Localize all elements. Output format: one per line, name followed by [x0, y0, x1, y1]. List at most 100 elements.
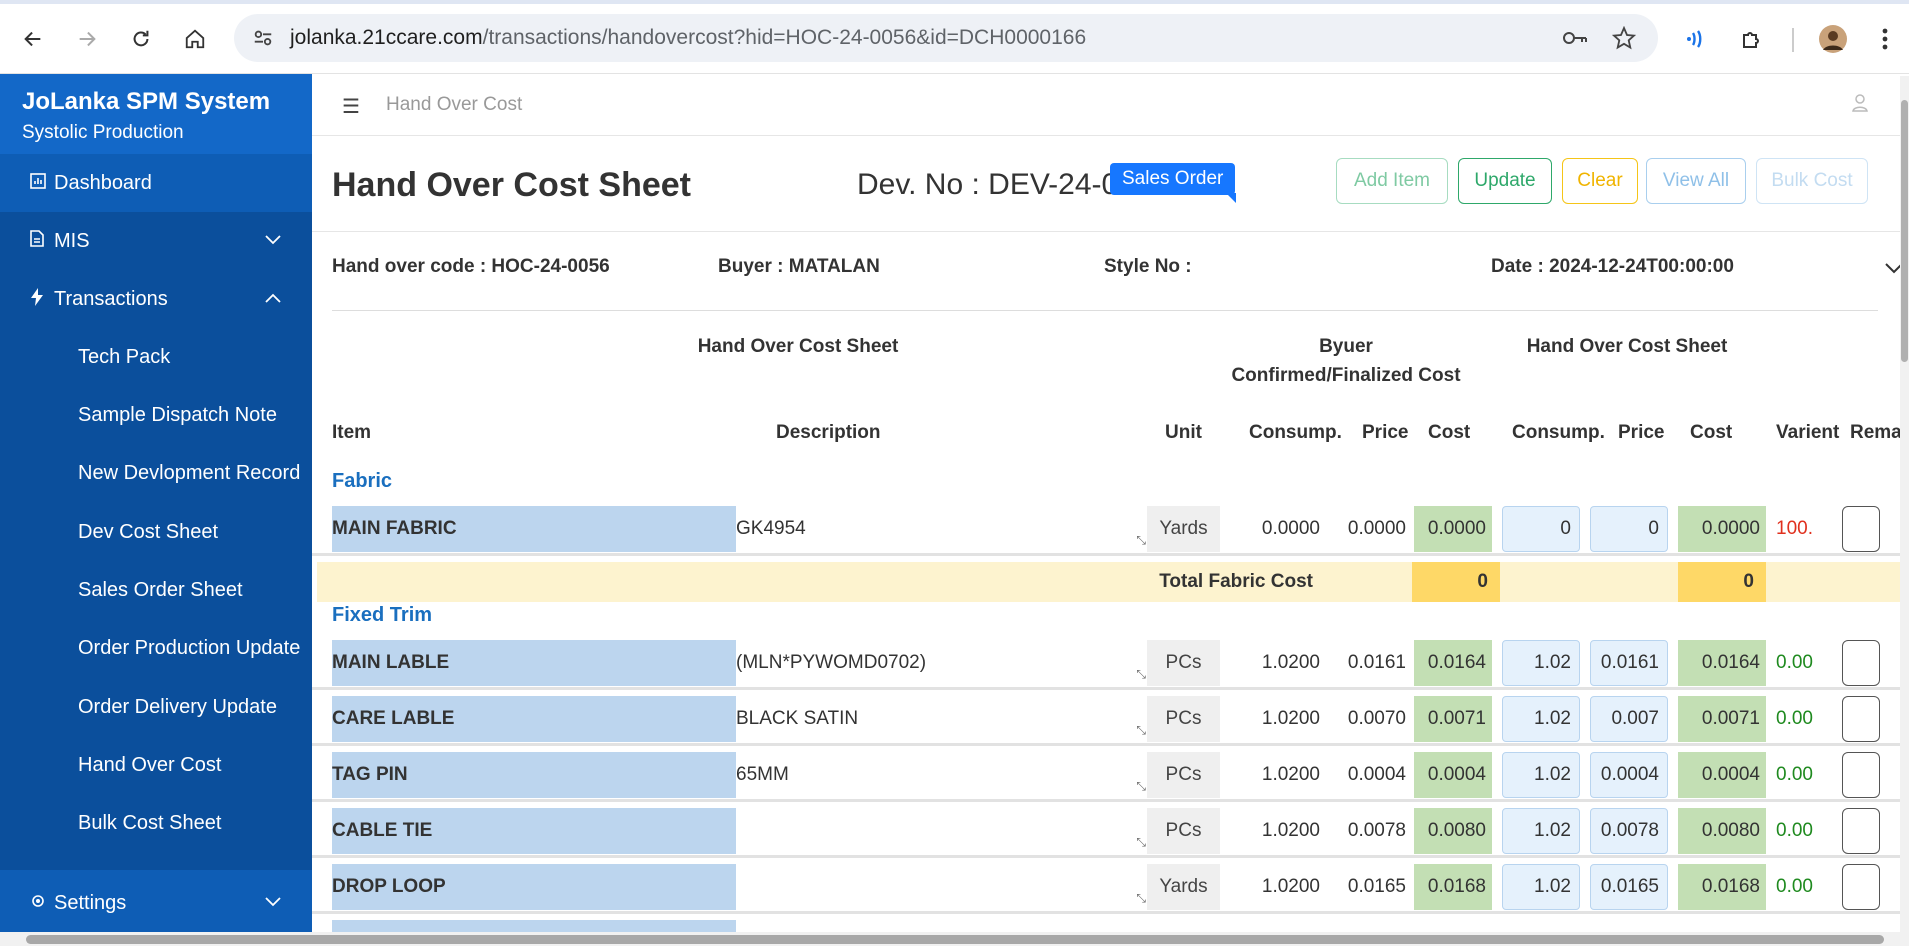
description-field[interactable]: ⤡ [736, 864, 1152, 910]
chart-icon [30, 172, 46, 194]
consump-input[interactable]: 1.02 [1502, 696, 1580, 742]
sidebar-subitem-order-delivery-update[interactable]: Order Delivery Update [0, 678, 312, 736]
add-item-button[interactable]: Add Item [1336, 158, 1448, 204]
description-text: GK4954 [736, 518, 806, 539]
breadcrumb: Hand Over Cost [386, 94, 523, 115]
sidebar-item-settings[interactable]: Settings [0, 874, 312, 932]
sidebar-subitem-label: Bulk Cost Sheet [78, 811, 222, 834]
horizontal-scroll-thumb[interactable] [26, 935, 1884, 944]
sidebar-item-mis[interactable]: MIS [0, 212, 312, 270]
price-input[interactable]: 0.0078 [1590, 808, 1668, 854]
sidebar-subitem-sample-dispatch-note[interactable]: Sample Dispatch Note [0, 386, 312, 444]
buyer: Buyer : MATALAN [718, 256, 880, 277]
group-header-left: Hand Over Cost Sheet [697, 336, 899, 357]
vertical-scroll-thumb[interactable] [1901, 100, 1908, 362]
key-icon[interactable] [1562, 27, 1588, 49]
update-button[interactable]: Update [1458, 158, 1552, 204]
consump-input[interactable]: 1.02 [1502, 864, 1580, 910]
cost-value: 0.0164 [1414, 640, 1492, 686]
site-settings-icon[interactable] [252, 27, 274, 49]
reload-button[interactable] [124, 22, 158, 56]
sidebar-subitem-order-production-update[interactable]: Order Production Update [0, 619, 312, 677]
avatar-icon [1819, 25, 1847, 53]
resize-grip-icon[interactable]: ⤡ [1136, 779, 1146, 794]
sidebar-item-dashboard[interactable]: Dashboard [0, 154, 312, 212]
consump-input[interactable]: 1.02 [1502, 640, 1580, 686]
description-field[interactable]: (MLN*PYWOMD0702) ⤡ [736, 640, 1152, 686]
price-input[interactable]: 0.0165 [1590, 864, 1668, 910]
sidebar-subitem-hand-over-cost[interactable]: Hand Over Cost [0, 736, 312, 794]
extension-button[interactable] [1680, 22, 1714, 56]
sidebar: JoLanka SPM System Systolic Production D… [0, 74, 312, 946]
sidebar-item-transactions[interactable]: Transactions [0, 270, 312, 328]
description-text: BLACK SATIN [736, 708, 859, 729]
sidebar-subitem-tech-pack[interactable]: Tech Pack [0, 328, 312, 386]
description-text: 65MM [736, 764, 789, 785]
address-bar[interactable]: jolanka.21ccare.com/transactions/handove… [234, 14, 1658, 62]
col-consump-2: Consump. [1512, 422, 1605, 443]
price-input[interactable]: 0.007 [1590, 696, 1668, 742]
sales-order-tag[interactable]: Sales Order [1110, 163, 1237, 203]
hamburger-menu-icon[interactable]: ☰ [342, 94, 360, 119]
bulk-cost-button[interactable]: Bulk Cost [1756, 158, 1868, 204]
consump-input[interactable]: 0 [1502, 506, 1580, 552]
resize-grip-icon[interactable]: ⤡ [1136, 723, 1146, 738]
cost-value: 0.0080 [1414, 808, 1492, 854]
col-varient: Varient [1776, 422, 1840, 443]
sidebar-item-label: Dashboard [54, 171, 152, 194]
unit-cell: Yards [1147, 506, 1220, 552]
description-field[interactable]: ⤡ [736, 808, 1152, 854]
remarks-field[interactable] [1842, 640, 1880, 686]
remarks-field[interactable] [1842, 506, 1880, 552]
row-divider [312, 743, 1909, 746]
price-value: 0.0000 [1347, 518, 1406, 539]
home-button[interactable] [178, 22, 212, 56]
sidebar-item-label: Settings [54, 891, 127, 914]
chevron-down-icon [265, 894, 281, 912]
user-icon[interactable] [1852, 94, 1868, 117]
remarks-field[interactable] [1842, 752, 1880, 798]
browser-menu-button[interactable] [1868, 22, 1902, 56]
remarks-field[interactable] [1842, 808, 1880, 854]
price-input[interactable]: 0.0004 [1590, 752, 1668, 798]
clear-button[interactable]: Clear [1562, 158, 1638, 204]
price-input[interactable]: 0 [1590, 506, 1668, 552]
forward-button[interactable] [70, 22, 104, 56]
sidebar-subitem-bulk-cost-sheet[interactable]: Bulk Cost Sheet [0, 794, 312, 852]
price-input[interactable]: 0.0161 [1590, 640, 1668, 686]
sidebar-subitem-label: Tech Pack [78, 345, 171, 368]
sidebar-subitem-new-development-record[interactable]: New Devlopment Record [0, 444, 312, 502]
extensions-button[interactable] [1735, 22, 1769, 56]
resize-grip-icon[interactable]: ⤡ [1136, 667, 1146, 682]
consump-input[interactable]: 1.02 [1502, 752, 1580, 798]
toolbar-divider [1792, 28, 1794, 52]
gear-icon [30, 893, 46, 914]
description-field[interactable]: 65MM ⤡ [736, 752, 1152, 798]
sidebar-subitem-label: Order Delivery Update [78, 695, 277, 718]
unit-cell: Yards [1147, 864, 1220, 910]
remarks-field[interactable] [1842, 864, 1880, 910]
sidebar-item-label: Transactions [54, 287, 168, 310]
cost-value: 0.0004 [1414, 752, 1492, 798]
sidebar-subitem-sales-order-sheet[interactable]: Sales Order Sheet [0, 561, 312, 619]
sidebar-subitem-dev-cost-sheet[interactable]: Dev Cost Sheet [0, 503, 312, 561]
row-divider [312, 799, 1909, 802]
back-button[interactable] [16, 22, 50, 56]
profile-avatar[interactable] [1816, 22, 1850, 56]
description-field[interactable]: BLACK SATIN ⤡ [736, 696, 1152, 742]
document-icon [30, 230, 44, 252]
group-header-right: Hand Over Cost Sheet [1526, 336, 1728, 357]
view-all-button[interactable]: View All [1646, 158, 1746, 204]
resize-grip-icon[interactable]: ⤡ [1136, 891, 1146, 906]
resize-grip-icon[interactable]: ⤡ [1136, 533, 1146, 548]
star-icon[interactable] [1612, 26, 1636, 50]
description-field[interactable]: GK4954 ⤡ [736, 506, 1152, 552]
col-cost-2: Cost [1690, 422, 1733, 443]
price-value: 0.0161 [1347, 652, 1406, 673]
section-fixed-trim: Fixed Trim [332, 604, 433, 626]
resize-grip-icon[interactable]: ⤡ [1136, 835, 1146, 850]
consump-value: 0.0000 [1261, 518, 1320, 539]
consump-input[interactable]: 1.02 [1502, 808, 1580, 854]
remarks-field[interactable] [1842, 696, 1880, 742]
top-bar: ☰ Hand Over Cost [312, 74, 1909, 136]
